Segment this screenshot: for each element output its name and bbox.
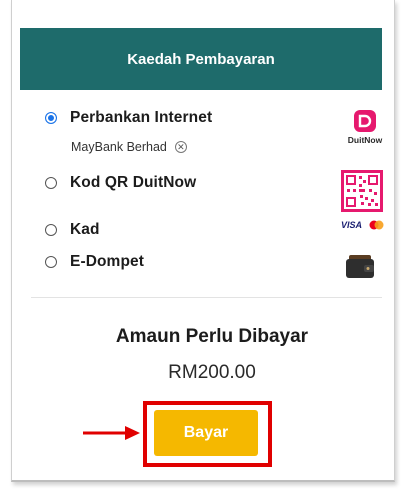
option-internet-banking-label: Perbankan Internet	[70, 109, 213, 126]
option-card-label: Kad	[70, 221, 100, 238]
pay-button[interactable]: Bayar	[154, 410, 258, 456]
wallet-icon	[346, 253, 376, 284]
option-internet-banking[interactable]: Perbankan Internet	[45, 109, 212, 127]
amount-due-title: Amaun Perlu Dibayar	[115, 326, 309, 347]
option-card[interactable]: Kad	[45, 221, 100, 239]
option-ewallet-label: E-Dompet	[70, 253, 144, 270]
duitnow-logo: DuitNow	[346, 110, 386, 153]
qr-code-icon	[341, 170, 383, 217]
radio-card[interactable]	[45, 224, 57, 236]
visa-mastercard-logo: VISA	[341, 218, 385, 237]
duitnow-text: DuitNow	[348, 135, 383, 145]
option-duitnow-qr-label: Kod QR DuitNow	[70, 174, 197, 191]
radio-ewallet[interactable]	[45, 256, 57, 268]
header-title: Kaedah Pembayaran	[127, 50, 275, 68]
radio-internet-banking[interactable]	[45, 112, 57, 124]
payment-method-header: Kaedah Pembayaran	[20, 28, 382, 90]
option-duitnow-qr[interactable]: Kod QR DuitNow	[45, 174, 196, 192]
arrow-icon	[83, 425, 141, 446]
selected-bank-name: MayBank Berhad	[71, 140, 167, 154]
visa-text: VISA	[341, 220, 362, 230]
radio-duitnow-qr[interactable]	[45, 177, 57, 189]
selected-bank: MayBank Berhad ✕	[71, 140, 187, 154]
clear-bank-icon[interactable]: ✕	[174, 141, 187, 153]
section-divider	[31, 297, 382, 298]
amount-due-value: RM200.00	[168, 362, 256, 383]
option-ewallet[interactable]: E-Dompet	[45, 253, 144, 271]
